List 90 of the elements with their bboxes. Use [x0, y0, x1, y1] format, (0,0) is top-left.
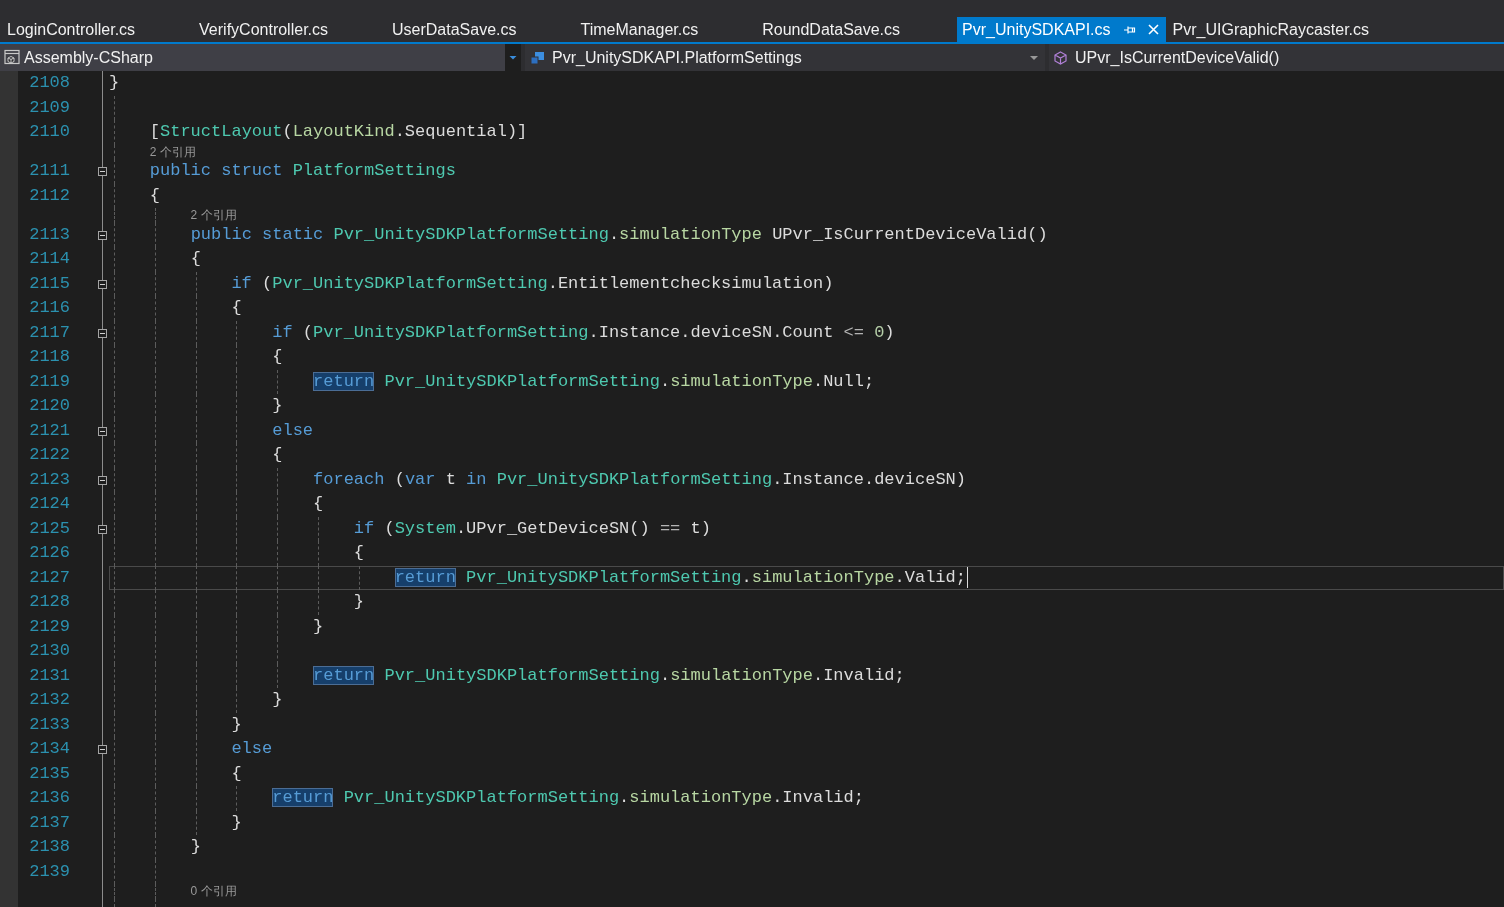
code-line: return Pvr_UnitySDKPlatformSetting.simulationType.Valid;	[394, 566, 966, 589]
code-line: {	[272, 444, 283, 466]
code-line: return Pvr_UnitySDKPlatformSetting.simulationType.Invalid;	[313, 664, 905, 687]
code-line: public struct PlatformSettings	[149, 160, 456, 182]
code-line: }	[313, 615, 324, 638]
code-line: {	[149, 184, 160, 207]
line-number: 2109	[29, 97, 70, 117]
navigation-dropdown[interactable]: Pvr_UnitySDKAPI.PlatformSettings	[525, 44, 1045, 71]
codelens-references[interactable]: 2 个引用	[190, 208, 237, 223]
code-line: if (Pvr_UnitySDKPlatformSetting.Instance.deviceSN.Count <= 0)	[272, 321, 895, 344]
code-line: }	[272, 395, 283, 417]
collapse-icon[interactable]	[98, 524, 107, 534]
code-line: else	[231, 738, 273, 760]
collapse-icon[interactable]	[98, 167, 107, 176]
code-line: }	[272, 689, 283, 711]
line-number: 2124	[29, 494, 70, 513]
line-number: 2118	[29, 347, 70, 366]
code-line: }	[353, 591, 365, 613]
line-number: 2119	[29, 371, 70, 391]
file-tab[interactable]: LoginController.cs	[0, 17, 193, 42]
line-number: 2121	[29, 420, 70, 440]
navigation-dropdown[interactable]: Assembly-CSharp	[0, 44, 521, 71]
line-number: 2134	[29, 739, 70, 758]
line-number: 2129	[29, 616, 70, 636]
line-number: 2115	[29, 273, 70, 293]
squares-icon	[530, 50, 545, 65]
code-line: }	[231, 811, 242, 834]
collapse-icon[interactable]	[98, 328, 107, 338]
line-number: 2127	[29, 567, 70, 587]
pin-icon[interactable]	[1123, 24, 1136, 35]
code-line: if (System.UPvr_GetDeviceSN() == t)	[353, 517, 711, 540]
file-tab[interactable]: UserDataSave.cs	[385, 17, 574, 42]
cube-window-icon	[4, 49, 21, 66]
caret-icon[interactable]	[1030, 55, 1038, 60]
collapse-icon[interactable]	[98, 230, 107, 240]
code-line: if (Pvr_UnitySDKPlatformSetting.Entitlementchecksimulation)	[231, 272, 834, 295]
file-tab[interactable]: Pvr_UIGraphicRaycaster.cs	[1165, 17, 1427, 42]
code-line: foreach (var t in Pvr_UnitySDKPlatformSetting.Instance.deviceSN)	[313, 468, 966, 491]
collapse-icon[interactable]	[98, 279, 107, 289]
line-number: 2111	[29, 161, 70, 180]
cube-icon	[1054, 50, 1067, 65]
line-number: 2123	[29, 469, 70, 489]
code-line: return Pvr_UnitySDKPlatformSetting.simulationType.Invalid;	[272, 787, 864, 809]
code-line: {	[190, 248, 201, 270]
line-number: 2108	[29, 73, 70, 92]
code-line: else	[272, 419, 314, 442]
code-line: }	[109, 72, 120, 94]
collapse-icon[interactable]	[98, 426, 107, 436]
code-line: return Pvr_UnitySDKPlatformSetting.simulationType.Null;	[313, 370, 875, 393]
line-number: 2137	[29, 812, 70, 832]
code-line: {	[272, 346, 283, 368]
collapse-icon[interactable]	[98, 475, 107, 485]
navigation-dropdown[interactable]: UPvr_IsCurrentDeviceValid()	[1049, 44, 1504, 71]
close-icon[interactable]	[1147, 24, 1159, 35]
line-number: 2126	[29, 543, 70, 562]
code-line: {	[231, 297, 242, 319]
codelens-references[interactable]: 0 个引用	[190, 884, 237, 899]
text-cursor	[967, 567, 968, 589]
line-number: 2133	[29, 714, 70, 734]
codelens-references[interactable]: 2 个引用	[149, 144, 196, 159]
line-number: 2136	[29, 788, 70, 807]
line-number: 2110	[29, 122, 70, 141]
file-tab[interactable]: Pvr_UnitySDKAPI.cs	[957, 17, 1166, 42]
collapse-icon[interactable]	[98, 745, 107, 754]
code-line: {	[231, 762, 242, 785]
line-number: 2139	[29, 861, 70, 881]
line-number: 2128	[29, 592, 70, 611]
line-number: 2117	[29, 322, 70, 342]
caret-icon[interactable]	[505, 44, 521, 71]
line-number: 2131	[29, 665, 70, 685]
file-tab[interactable]: TimeManager.cs	[573, 17, 756, 42]
line-number: 2125	[29, 518, 70, 538]
line-number: 2120	[29, 396, 70, 415]
line-number: 2116	[29, 298, 70, 317]
code-line: [StructLayout(LayoutKind.Sequential)]	[149, 121, 528, 143]
line-number: 2113	[29, 224, 70, 244]
code-line: public static Pvr_UnitySDKPlatformSetting.simulationType UPvr_IsCurrentDeviceValid()	[190, 223, 1048, 246]
code-line: }	[231, 713, 242, 736]
line-number: 2122	[29, 445, 70, 464]
file-tab[interactable]: RoundDataSave.cs	[755, 17, 958, 42]
line-number: 2130	[29, 641, 70, 660]
line-number: 2114	[29, 249, 70, 268]
line-number: 2138	[29, 837, 70, 856]
code-line: }	[190, 836, 201, 858]
code-line: {	[353, 542, 365, 564]
line-number: 2135	[29, 763, 70, 783]
line-number: 2132	[29, 690, 70, 709]
file-tab[interactable]: VerifyController.cs	[192, 17, 385, 42]
code-line: {	[313, 493, 324, 515]
line-number: 2112	[29, 185, 70, 205]
